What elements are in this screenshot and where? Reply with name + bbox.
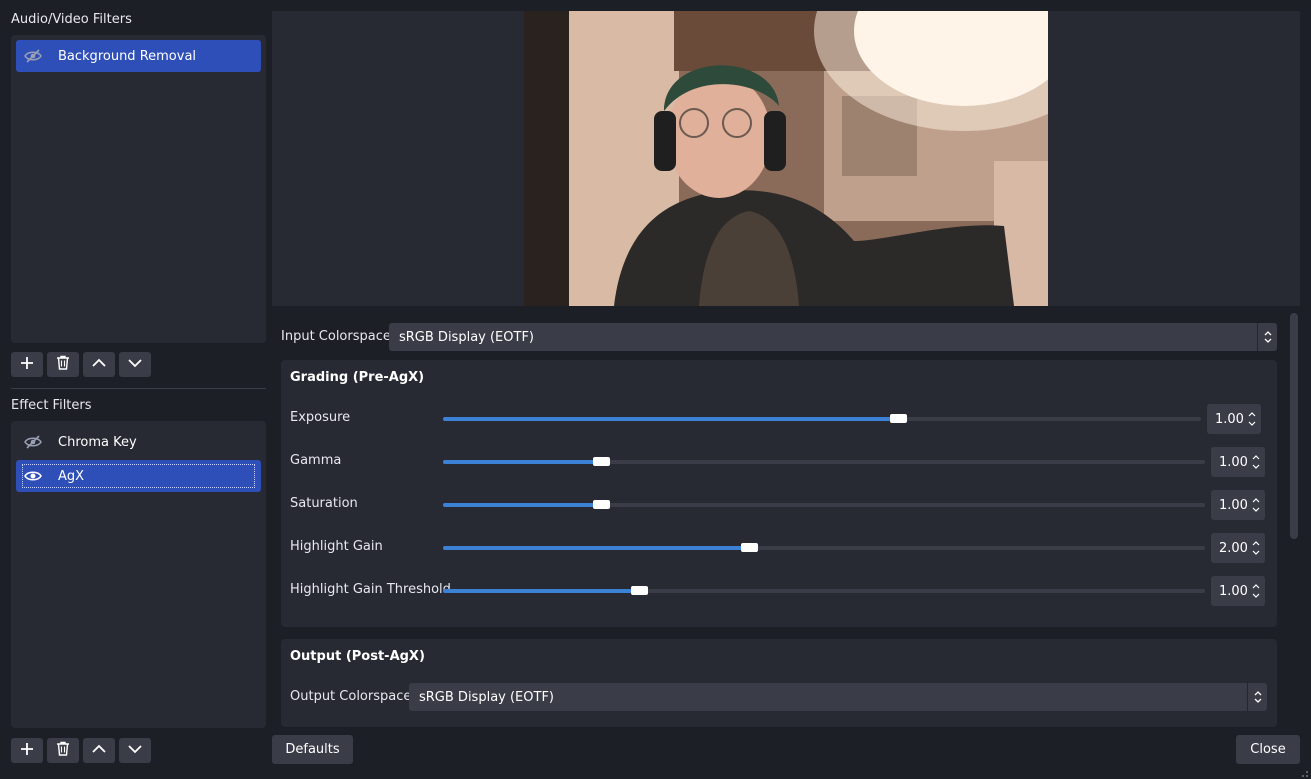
spin-arrows-icon[interactable] bbox=[1249, 490, 1263, 520]
spin-arrows-icon[interactable] bbox=[1249, 533, 1263, 563]
slider-handle[interactable] bbox=[890, 414, 907, 423]
focus-ring bbox=[22, 464, 255, 488]
filter-item-label: Background Removal bbox=[58, 48, 197, 64]
slider-handle[interactable] bbox=[593, 500, 610, 509]
move-down-button[interactable] bbox=[119, 352, 151, 377]
output-title: Output (Post-AgX) bbox=[290, 649, 425, 664]
filter-item-chroma-key[interactable]: Chroma Key bbox=[16, 426, 261, 458]
output-colorspace-label: Output Colorspace bbox=[290, 689, 412, 704]
slider-fill bbox=[443, 460, 601, 464]
eye-hidden-icon[interactable] bbox=[24, 433, 42, 451]
saturation-slider[interactable] bbox=[443, 500, 1205, 509]
plus-icon bbox=[20, 356, 34, 374]
filters-dialog: Audio/Video Filters Background Removal E… bbox=[0, 0, 1311, 779]
slider-label-saturation: Saturation bbox=[290, 496, 358, 511]
trash-icon bbox=[56, 741, 70, 760]
remove-filter-button[interactable] bbox=[47, 352, 79, 377]
spin-value: 1.00 bbox=[1219, 583, 1248, 599]
gamma-slider[interactable] bbox=[443, 457, 1205, 466]
chevron-down-icon bbox=[128, 357, 142, 372]
slider-fill bbox=[443, 546, 749, 550]
slider-fill bbox=[443, 417, 898, 421]
trash-icon bbox=[56, 355, 70, 374]
chevron-up-icon bbox=[92, 357, 106, 372]
spin-arrows-icon[interactable] bbox=[1245, 404, 1259, 434]
chevron-down-icon bbox=[128, 743, 142, 758]
input-colorspace-select[interactable]: sRGB Display (EOTF) bbox=[389, 323, 1277, 351]
chevron-updown-icon bbox=[1257, 323, 1277, 351]
close-button[interactable]: Close bbox=[1236, 735, 1300, 764]
section-divider bbox=[11, 388, 266, 389]
output-colorspace-select[interactable]: sRGB Display (EOTF) bbox=[409, 683, 1267, 711]
spin-arrows-icon[interactable] bbox=[1249, 447, 1263, 477]
camera-preview bbox=[524, 11, 1048, 306]
slider-fill bbox=[443, 589, 639, 593]
highlight-gain-threshold-slider[interactable] bbox=[443, 586, 1205, 595]
grading-title: Grading (Pre-AgX) bbox=[290, 370, 425, 385]
resize-grip-icon[interactable] bbox=[1299, 767, 1309, 777]
slider-label-gamma: Gamma bbox=[290, 453, 342, 468]
move-up-button[interactable] bbox=[83, 352, 115, 377]
move-effect-down-button[interactable] bbox=[119, 738, 151, 763]
slider-label-highlight-gain-threshold: Highlight Gain Threshold bbox=[290, 582, 451, 597]
av-filters-list[interactable]: Background Removal bbox=[11, 35, 266, 343]
highlight-gain-spinbox[interactable]: 2.00 bbox=[1211, 533, 1265, 563]
slider-fill bbox=[443, 503, 601, 507]
defaults-button[interactable]: Defaults bbox=[272, 735, 353, 764]
slider-handle[interactable] bbox=[631, 586, 648, 595]
output-colorspace-value: sRGB Display (EOTF) bbox=[419, 689, 554, 705]
spin-value: 2.00 bbox=[1219, 540, 1248, 556]
slider-label-exposure: Exposure bbox=[290, 410, 351, 425]
highlight-gain-slider[interactable] bbox=[443, 543, 1205, 552]
slider-handle[interactable] bbox=[593, 457, 610, 466]
spin-value: 1.00 bbox=[1219, 454, 1248, 470]
highlight-gain-threshold-spinbox[interactable]: 1.00 bbox=[1211, 576, 1265, 606]
chevron-updown-icon bbox=[1247, 683, 1267, 711]
slider-handle[interactable] bbox=[741, 543, 758, 552]
add-filter-button[interactable] bbox=[11, 352, 43, 377]
eye-hidden-icon[interactable] bbox=[24, 47, 42, 65]
properties-scrollbar[interactable] bbox=[1290, 313, 1298, 539]
chevron-up-icon bbox=[92, 743, 106, 758]
exposure-slider[interactable] bbox=[443, 414, 1201, 423]
gamma-spinbox[interactable]: 1.00 bbox=[1211, 447, 1265, 477]
exposure-spinbox[interactable]: 1.00 bbox=[1207, 404, 1261, 434]
spin-value: 1.00 bbox=[1215, 411, 1244, 427]
av-filters-title: Audio/Video Filters bbox=[11, 12, 132, 27]
remove-effect-button[interactable] bbox=[47, 738, 79, 763]
filter-item-label: Chroma Key bbox=[58, 434, 137, 450]
plus-icon bbox=[20, 742, 34, 760]
input-colorspace-label: Input Colorspace bbox=[281, 329, 391, 344]
input-colorspace-value: sRGB Display (EOTF) bbox=[399, 329, 534, 345]
filter-item-agx[interactable]: AgX bbox=[16, 460, 261, 492]
filter-item-background-removal[interactable]: Background Removal bbox=[16, 40, 261, 72]
move-effect-up-button[interactable] bbox=[83, 738, 115, 763]
add-effect-button[interactable] bbox=[11, 738, 43, 763]
effect-filters-title: Effect Filters bbox=[11, 398, 92, 413]
effect-filters-list[interactable]: Chroma Key AgX bbox=[11, 421, 266, 728]
spin-arrows-icon[interactable] bbox=[1249, 576, 1263, 606]
slider-label-highlight-gain: Highlight Gain bbox=[290, 539, 383, 554]
saturation-spinbox[interactable]: 1.00 bbox=[1211, 490, 1265, 520]
spin-value: 1.00 bbox=[1219, 497, 1248, 513]
